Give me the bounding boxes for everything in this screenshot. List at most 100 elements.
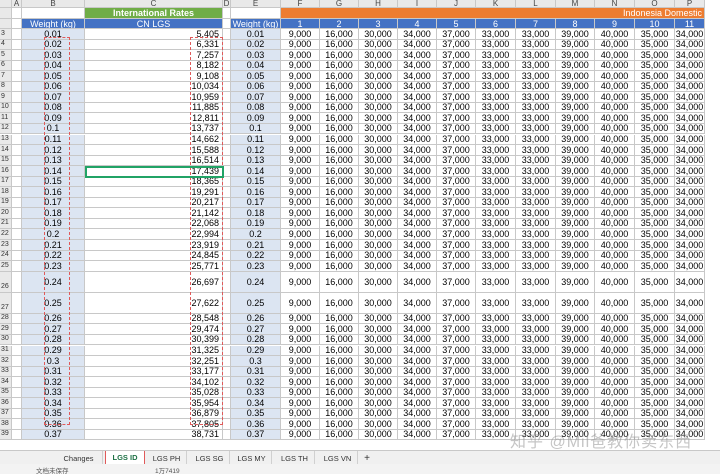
domestic-rate-cell[interactable]: 34,000 [675, 50, 705, 61]
domestic-rate-cell[interactable]: 34,000 [675, 313, 705, 325]
domestic-rate-cell[interactable]: 35,000 [635, 250, 675, 262]
cell[interactable] [12, 60, 22, 72]
cell[interactable] [12, 123, 22, 135]
row-number[interactable]: 6 [0, 60, 12, 72]
domestic-rate-cell[interactable]: 40,000 [595, 102, 635, 114]
domestic-rate-cell[interactable]: 16,000 [320, 187, 359, 198]
domestic-rate-cell[interactable]: 30,000 [359, 419, 398, 430]
domestic-rate-cell[interactable]: 34,000 [398, 123, 437, 135]
cell[interactable] [12, 218, 22, 230]
domestic-rate-cell[interactable]: 40,000 [595, 229, 635, 240]
weight-cell[interactable]: 0.19 [22, 218, 85, 230]
domestic-rate-cell[interactable]: 9,000 [281, 218, 320, 230]
domestic-rate-cell[interactable]: 37,000 [437, 176, 476, 188]
domestic-rate-cell[interactable]: 40,000 [595, 218, 635, 230]
domestic-rate-cell[interactable]: 40,000 [595, 324, 635, 335]
domestic-rate-cell[interactable]: 35,000 [635, 313, 675, 325]
domestic-rate-cell[interactable]: 30,000 [359, 29, 398, 40]
domestic-rate-cell[interactable]: 16,000 [320, 102, 359, 114]
domestic-rate-cell[interactable]: 9,000 [281, 250, 320, 262]
cell[interactable] [12, 398, 22, 409]
domestic-rate-cell[interactable]: 39,000 [556, 366, 595, 378]
domestic-rate-cell[interactable]: 35,000 [635, 334, 675, 346]
domestic-rate-cell[interactable]: 34,000 [398, 155, 437, 167]
domestic-rate-cell[interactable]: 40,000 [595, 113, 635, 124]
weight-cell[interactable]: 0.15 [22, 176, 85, 188]
domestic-rate-cell[interactable]: 30,000 [359, 123, 398, 135]
weight-cell[interactable]: 0.11 [22, 134, 85, 146]
domestic-rate-cell[interactable]: 9,000 [281, 92, 320, 103]
domestic-rate-cell[interactable]: 34,000 [398, 334, 437, 346]
domestic-rate-cell[interactable]: 39,000 [556, 324, 595, 335]
domestic-rate-cell[interactable]: 9,000 [281, 166, 320, 177]
domestic-rate-cell[interactable]: 16,000 [320, 324, 359, 335]
weight-cell[interactable]: 0.08 [22, 102, 85, 114]
weight-cell-domestic[interactable]: 0.17 [231, 197, 281, 209]
domestic-rate-cell[interactable]: 39,000 [556, 39, 595, 51]
domestic-rate-cell[interactable]: 30,000 [359, 229, 398, 240]
domestic-rate-cell[interactable]: 40,000 [595, 408, 635, 420]
domestic-rate-cell[interactable]: 37,000 [437, 92, 476, 103]
cell[interactable] [12, 102, 22, 114]
weight-cell[interactable]: 0.07 [22, 92, 85, 103]
domestic-rate-cell[interactable]: 40,000 [595, 250, 635, 262]
domestic-rate-cell[interactable]: 33,000 [476, 398, 516, 409]
domestic-rate-cell[interactable]: 16,000 [320, 218, 359, 230]
domestic-rate-cell[interactable]: 40,000 [595, 50, 635, 61]
domestic-rate-cell[interactable]: 33,000 [476, 218, 516, 230]
sheet-tab[interactable]: LGS ID [105, 451, 145, 465]
domestic-rate-cell[interactable]: 35,000 [635, 92, 675, 103]
domestic-rate-cell[interactable]: 37,000 [437, 166, 476, 177]
domestic-rate-cell[interactable]: 37,000 [437, 187, 476, 198]
domestic-rate-cell[interactable]: 30,000 [359, 387, 398, 399]
domestic-rate-cell[interactable]: 34,000 [675, 60, 705, 72]
domestic-rate-cell[interactable]: 30,000 [359, 324, 398, 335]
domestic-rate-cell[interactable]: 33,000 [476, 71, 516, 82]
domestic-rate-cell[interactable]: 33,000 [516, 187, 556, 198]
row-number[interactable]: 29 [0, 324, 12, 335]
domestic-rate-cell[interactable]: 16,000 [320, 92, 359, 103]
row-number[interactable]: 12 [0, 123, 12, 135]
domestic-rate-cell[interactable]: 34,000 [675, 324, 705, 335]
domestic-rate-cell[interactable]: 30,000 [359, 408, 398, 420]
domestic-rate-cell[interactable]: 9,000 [281, 134, 320, 146]
domestic-rate-cell[interactable]: 33,000 [516, 134, 556, 146]
weight-cell[interactable]: 0.35 [22, 408, 85, 420]
domestic-rate-cell[interactable]: 37,000 [437, 271, 476, 293]
domestic-rate-cell[interactable]: 9,000 [281, 313, 320, 325]
domestic-rate-cell[interactable]: 30,000 [359, 208, 398, 219]
domestic-rate-cell[interactable]: 39,000 [556, 408, 595, 420]
weight-cell-domestic[interactable]: 0.06 [231, 81, 281, 93]
domestic-rate-cell[interactable]: 40,000 [595, 398, 635, 409]
weight-cell-domestic[interactable]: 0.29 [231, 345, 281, 357]
domestic-rate-cell[interactable]: 16,000 [320, 387, 359, 399]
domestic-rate-cell[interactable]: 34,000 [398, 39, 437, 51]
domestic-rate-cell[interactable]: 39,000 [556, 334, 595, 346]
weight-cell[interactable]: 0.14 [22, 166, 85, 177]
domestic-rate-cell[interactable]: 39,000 [556, 155, 595, 167]
domestic-rate-cell[interactable]: 37,000 [437, 123, 476, 135]
domestic-rate-cell[interactable]: 40,000 [595, 92, 635, 103]
domestic-rate-cell[interactable]: 37,000 [437, 334, 476, 346]
row-number[interactable]: 30 [0, 334, 12, 346]
row-number[interactable]: 21 [0, 218, 12, 230]
domestic-rate-cell[interactable]: 30,000 [359, 271, 398, 293]
domestic-rate-cell[interactable]: 34,000 [398, 102, 437, 114]
weight-cell-domestic[interactable]: 0.21 [231, 240, 281, 251]
domestic-rate-cell[interactable]: 37,000 [437, 429, 476, 441]
domestic-rate-cell[interactable]: 35,000 [635, 229, 675, 240]
domestic-rate-cell[interactable]: 37,000 [437, 102, 476, 114]
domestic-rate-cell[interactable]: 33,000 [476, 145, 516, 156]
domestic-rate-cell[interactable]: 33,000 [476, 271, 516, 293]
domestic-rate-cell[interactable]: 16,000 [320, 166, 359, 177]
domestic-rate-cell[interactable]: 34,000 [398, 208, 437, 219]
domestic-rate-cell[interactable]: 34,000 [675, 387, 705, 399]
domestic-rate-cell[interactable]: 33,000 [516, 356, 556, 367]
domestic-rate-cell[interactable]: 39,000 [556, 208, 595, 219]
domestic-rate-cell[interactable]: 16,000 [320, 345, 359, 357]
domestic-rate-cell[interactable]: 33,000 [516, 377, 556, 388]
row-number[interactable]: 11 [0, 113, 12, 124]
column-header[interactable]: L [516, 0, 556, 8]
domestic-rate-cell[interactable]: 33,000 [516, 39, 556, 51]
cn-lgs-rate-cell[interactable]: 5,405 [85, 29, 223, 40]
